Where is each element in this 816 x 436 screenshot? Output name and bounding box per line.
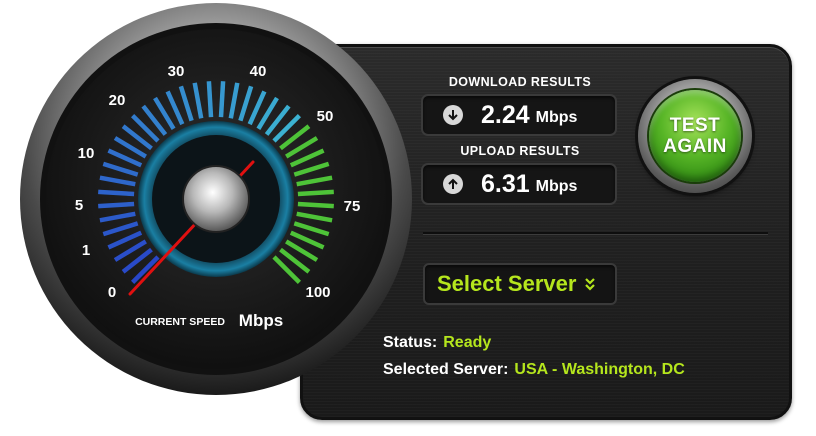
upload-results-label: UPLOAD RESULTS — [460, 144, 580, 158]
gauge-scale-label: 100 — [305, 284, 330, 301]
select-server-dropdown[interactable]: Select Server — [423, 263, 617, 305]
download-result-box: 2.24 Mbps — [421, 94, 617, 136]
selected-server-value: USA - Washington, DC — [514, 361, 685, 378]
gauge-scale-label: 1 — [82, 242, 90, 259]
arrow-down-circle-icon — [443, 105, 463, 125]
arrow-up-circle-icon — [443, 174, 463, 194]
download-results-label: DOWNLOAD RESULTS — [448, 75, 592, 89]
gauge-hub — [182, 165, 250, 233]
upload-value: 6.31 — [481, 169, 530, 198]
gauge-scale-label: 50 — [317, 108, 334, 125]
speed-gauge: 0 1 5 10 20 30 40 50 75 100 CURRENT SPEED Mbps — [20, 3, 412, 395]
gauge-tick — [297, 201, 334, 209]
test-again-button[interactable]: TEST AGAIN — [638, 79, 752, 193]
gauge-scale-label: 30 — [168, 63, 185, 80]
gauge-tick — [98, 189, 135, 197]
gauge-scale-label: 10 — [78, 145, 95, 162]
status-value: Ready — [443, 334, 492, 351]
download-unit: Mbps — [535, 108, 578, 126]
gauge-scale-label: 0 — [108, 284, 116, 301]
selected-server-line: Selected Server: USA - Washington, DC — [383, 361, 685, 379]
download-value: 2.24 — [481, 100, 530, 129]
gauge-tick — [206, 81, 214, 118]
test-again-line2: AGAIN — [663, 136, 727, 157]
double-chevron-down-icon — [584, 277, 596, 296]
upload-result-box: 6.31 Mbps — [421, 163, 617, 205]
gauge-unit: Mbps — [239, 311, 283, 330]
gauge-tick — [98, 201, 135, 209]
select-server-label: Select Server — [437, 271, 577, 296]
gauge-scale-label: 5 — [75, 197, 83, 214]
test-again-face[interactable]: TEST AGAIN — [649, 90, 741, 182]
divider — [423, 232, 768, 235]
gauge-scale-label: 75 — [344, 198, 361, 215]
upload-unit: Mbps — [535, 177, 578, 195]
gauge-scale-label: 20 — [109, 92, 126, 109]
gauge-tick — [218, 81, 226, 118]
gauge-tick — [297, 189, 334, 197]
test-again-line1: TEST — [669, 115, 721, 136]
gauge-caption: CURRENT SPEED — [135, 316, 225, 328]
gauge-scale-label: 40 — [250, 63, 267, 80]
